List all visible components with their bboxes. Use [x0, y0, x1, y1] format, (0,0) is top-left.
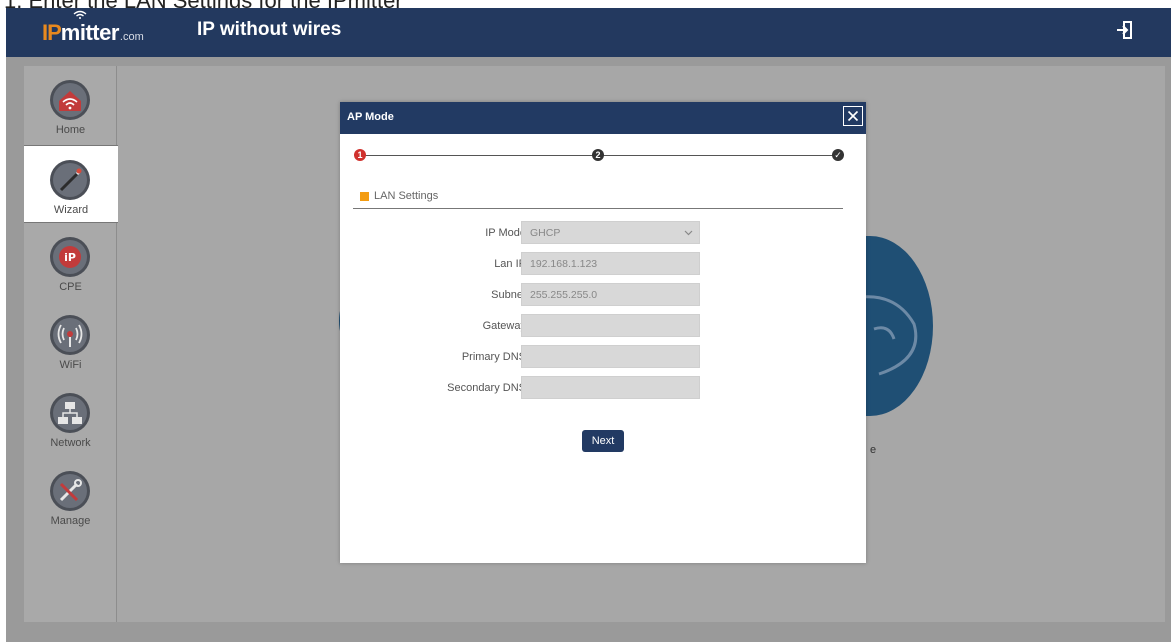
primary-dns-label: Primary DNS [461, 351, 526, 363]
ip-mode-label: IP Mode [485, 227, 526, 239]
ap-mode-dialog: AP Mode 1 2 ✓ LAN Settings IP Mode GHCP … [340, 102, 866, 563]
next-button[interactable]: Next [582, 430, 624, 452]
logo-com-text: .com [119, 31, 144, 43]
home-icon [50, 80, 90, 120]
chevron-down-icon [684, 230, 693, 236]
step-2-indicator: 2 [592, 149, 604, 161]
sidebar-item-wifi[interactable]: WiFi [24, 301, 117, 379]
close-icon[interactable] [843, 106, 863, 126]
ip-mode-value: GHCP [530, 227, 561, 239]
tools-icon [50, 471, 90, 511]
background-text-fragment: e [870, 444, 877, 456]
dialog-title: AP Mode [347, 111, 394, 123]
gateway-input[interactable] [521, 314, 700, 337]
section-divider [353, 208, 843, 209]
ipmitter-logo: IP mitter .com [42, 10, 144, 46]
sidebar-item-home[interactable]: Home [24, 66, 117, 144]
sidebar-item-wizard[interactable]: Wizard [24, 145, 118, 223]
app-tagline: IP without wires [197, 19, 342, 40]
ip-mode-select[interactable]: GHCP [521, 221, 700, 244]
top-bar: IP mitter .com IP without wires [6, 8, 1171, 57]
logo-mitter-text: mitter [60, 10, 120, 46]
section-title: LAN Settings [374, 190, 439, 202]
logo-wifi-icon [73, 10, 87, 19]
sidebar-item-network[interactable]: Network [24, 379, 117, 457]
logo-ip-text: IP [42, 20, 62, 45]
sidebar-item-manage[interactable]: Manage [24, 457, 117, 535]
subnet-input[interactable]: 255.255.255.0 [521, 283, 700, 306]
sidebar-item-label: CPE [59, 281, 82, 293]
sidebar-item-label: Home [55, 124, 86, 136]
subnet-row: Subnet 255.255.255.0 [340, 283, 866, 306]
gateway-row: Gateway [340, 314, 866, 337]
primary-dns-input[interactable] [521, 345, 700, 368]
sidebar-item-label: Wizard [53, 204, 89, 216]
sidebar-item-label: Network [50, 437, 91, 449]
lan-settings-heading: LAN Settings [360, 190, 438, 202]
network-icon [50, 393, 90, 433]
sidebar-item-cpe[interactable]: iP CPE [24, 223, 117, 301]
section-marker [360, 191, 369, 201]
wifi-icon [50, 315, 90, 355]
sidebar-item-label: WiFi [59, 359, 82, 371]
cpe-icon: iP [50, 237, 90, 277]
secondary-dns-row: Secondary DNS [340, 376, 866, 399]
logo-mitter-word: mitter [60, 20, 120, 45]
gateway-label: Gateway [482, 320, 526, 332]
logout-icon[interactable] [1116, 21, 1132, 39]
primary-dns-row: Primary DNS [340, 345, 866, 368]
ip-mode-row: IP Mode GHCP [340, 221, 866, 244]
dialog-header: AP Mode [340, 102, 866, 134]
svg-text:iP: iP [64, 251, 76, 264]
stepper-line [360, 155, 595, 156]
secondary-dns-input[interactable] [521, 376, 700, 399]
wand-icon [50, 160, 90, 200]
lan-ip-input[interactable]: 192.168.1.123 [521, 252, 700, 275]
step-done-indicator: ✓ [832, 149, 844, 161]
step-1-indicator: 1 [354, 149, 366, 161]
stepper-line [602, 155, 837, 156]
lan-ip-row: Lan IP 192.168.1.123 [340, 252, 866, 275]
secondary-dns-label: Secondary DNS [447, 382, 526, 394]
sidebar-item-label: Manage [50, 515, 91, 527]
sidebar: Home Wizard iP CPE WiFi Network Manage [24, 66, 118, 622]
